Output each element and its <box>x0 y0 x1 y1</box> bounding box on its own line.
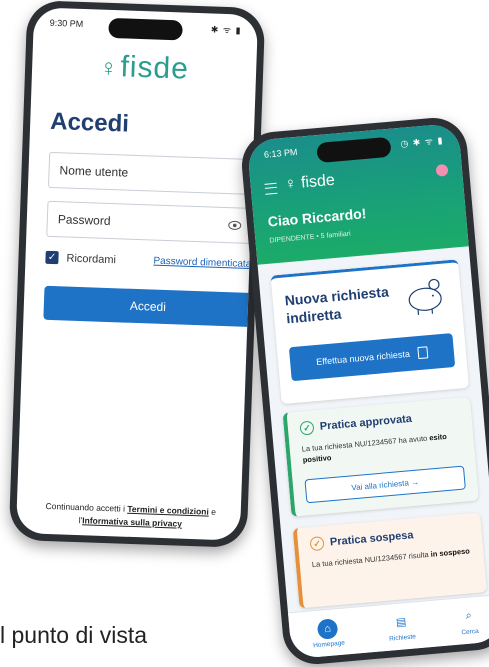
page-title: Accedi <box>50 108 130 139</box>
home-header: 6:13 PM ◷ ✱ ᯤ ▮ ♀ fisde Ciao Riccardo! D… <box>247 123 469 265</box>
menu-icon[interactable] <box>265 183 278 195</box>
status-icons: ◷ ✱ ᯤ ▮ <box>400 133 444 150</box>
new-request-button[interactable]: Effettua nuova richiesta <box>289 333 455 381</box>
login-button[interactable]: Accedi <box>43 286 252 327</box>
check-circle-icon: ✓ <box>309 536 324 551</box>
home-screen: 6:13 PM ◷ ✱ ᯤ ▮ ♀ fisde Ciao Riccardo! D… <box>247 123 489 659</box>
dynamic-island <box>108 18 183 41</box>
forgot-password-link[interactable]: Password dimenticata? <box>153 256 257 271</box>
eye-icon[interactable] <box>228 218 242 232</box>
remember-label: Ricordami <box>66 252 116 266</box>
fisde-logo: ♀ fisde <box>284 172 336 194</box>
go-to-request-button[interactable]: Vai alla richiesta → <box>304 466 465 504</box>
check-circle-icon: ✓ <box>299 420 314 435</box>
suspended-title: ✓ Pratica sospesa <box>309 528 414 551</box>
status-time: 9:30 PM <box>50 18 84 29</box>
terms-notice: Continuando accetti i Termini e condizio… <box>30 499 231 532</box>
nav-cerca[interactable]: ⌕ Cerca <box>458 605 480 636</box>
home-icon: ⌂ <box>317 618 339 640</box>
nav-richieste[interactable]: ▤ Richieste <box>387 611 416 642</box>
approved-description: La tua richiesta NU/1234567 ha avuto esi… <box>301 430 464 466</box>
terms-link[interactable]: Termini e condizioni <box>127 504 209 517</box>
fisde-logo: ♀fisde <box>32 47 257 89</box>
privacy-link[interactable]: Informativa sulla privacy <box>82 515 182 528</box>
greeting: Ciao Riccardo! <box>267 205 367 230</box>
user-meta: DIPENDENTE • 5 familiari <box>269 231 351 245</box>
piggy-bank-icon <box>401 275 450 317</box>
notification-icon[interactable] <box>436 164 449 177</box>
lightbulb-icon: ♀ <box>284 175 297 193</box>
dynamic-island <box>316 137 391 163</box>
nav-homepage[interactable]: ⌂ Homepage <box>311 617 345 649</box>
password-placeholder: Password <box>58 212 111 228</box>
remember-me[interactable]: ✓ Ricordami <box>45 251 116 266</box>
approved-card: ✓ Pratica approvata La tua richiesta NU/… <box>283 397 479 517</box>
document-add-icon <box>417 346 428 359</box>
search-icon: ⌕ <box>458 605 480 627</box>
home-phone: 6:13 PM ◷ ✱ ᯤ ▮ ♀ fisde Ciao Riccardo! D… <box>239 115 489 667</box>
login-screen: 9:30 PM ✱ ᯤ ▮ ♀fisde Accedi Nome utente … <box>16 7 258 540</box>
login-phone: 9:30 PM ✱ ᯤ ▮ ♀fisde Accedi Nome utente … <box>9 0 266 548</box>
new-request-card: Nuova richiesta indiretta Effettua nuova… <box>271 259 470 404</box>
caption-text: l punto di vista <box>0 622 147 649</box>
status-icons: ✱ ᯤ ▮ <box>211 22 242 36</box>
password-field[interactable]: Password <box>46 201 253 244</box>
suspended-card: ✓ Pratica sospesa La tua richiesta NU/12… <box>293 512 487 608</box>
status-time: 6:13 PM <box>264 147 298 160</box>
username-placeholder: Nome utente <box>59 163 128 179</box>
lightbulb-icon: ♀ <box>99 55 119 84</box>
approved-title: ✓ Pratica approvata <box>299 412 412 436</box>
remember-checkbox[interactable]: ✓ <box>45 251 58 264</box>
username-field[interactable]: Nome utente <box>48 152 255 195</box>
document-icon: ▤ <box>390 611 412 633</box>
new-request-title: Nuova richiesta indiretta <box>284 282 397 327</box>
